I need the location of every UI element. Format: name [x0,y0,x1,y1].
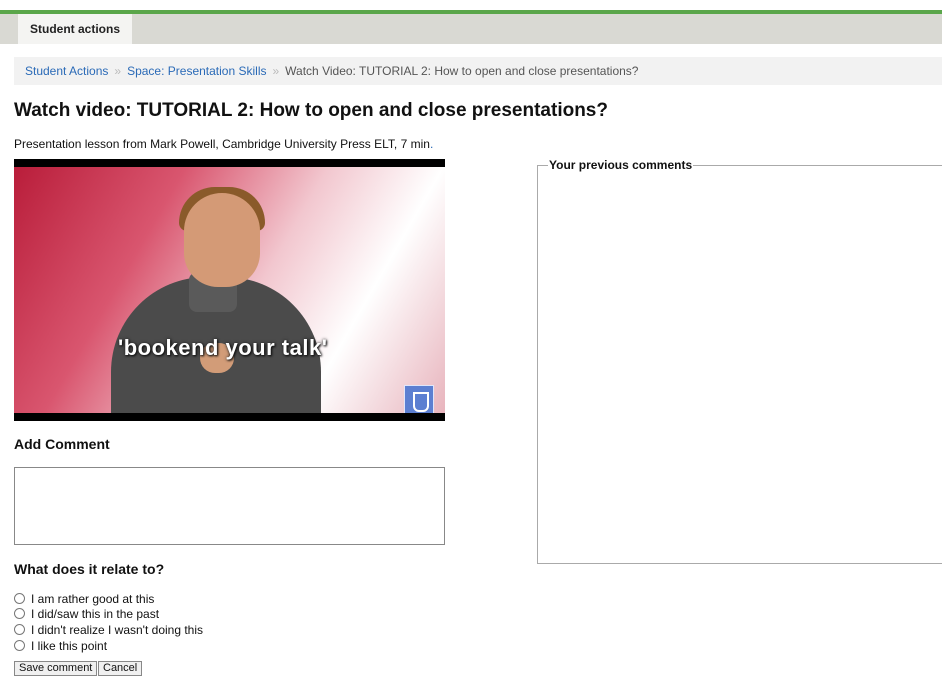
relate-heading: What does it relate to? [14,561,165,577]
radio-icon[interactable] [14,608,25,619]
radio-icon[interactable] [14,593,25,604]
breadcrumb-student-actions[interactable]: Student Actions [25,64,108,78]
top-navbar: Student actions [0,10,942,44]
breadcrumb-separator: » [114,64,122,78]
radio-option-label: I am rather good at this [31,592,155,606]
previous-comments-legend: Your previous comments [549,158,693,172]
tab-student-actions[interactable]: Student actions [18,14,133,44]
radio-option-label: I like this point [31,639,108,653]
crest-logo-icon [404,385,434,413]
video-player[interactable]: 'bookend your talk' [14,159,445,421]
lesson-info-end: . [429,137,434,151]
radio-option-label: I did/saw this in the past [31,607,160,621]
cancel-button[interactable]: Cancel [98,661,143,676]
presenter-head [184,193,260,287]
video-frame[interactable]: 'bookend your talk' [14,167,445,413]
radio-option[interactable]: I am rather good at this [14,592,154,607]
lesson-info-text: Presentation lesson from Mark Powell, Ca… [14,137,430,151]
add-comment-heading: Add Comment [14,436,110,452]
breadcrumb: Student Actions » Space: Presentation Skil… [14,57,942,85]
radio-option[interactable]: I did/saw this in the past [14,607,159,622]
radio-icon[interactable] [14,624,25,635]
breadcrumb-current: Watch Video: TUTORIAL 2: How to open and… [285,64,639,78]
radio-option[interactable]: I like this point [14,639,107,654]
video-caption: 'bookend your talk' [118,335,328,360]
page-title: Watch video: TUTORIAL 2: How to open and… [14,100,608,121]
radio-icon[interactable] [14,640,25,651]
comment-textarea[interactable] [14,467,445,545]
radio-option-label: I didn't realize I wasn't doing this [31,623,204,637]
breadcrumb-space[interactable]: Space: Presentation Skills [127,64,266,78]
lesson-info: Presentation lesson from Mark Powell, Ca… [14,137,433,151]
breadcrumb-separator: » [272,64,280,78]
previous-comments-panel: Your previous comments [537,158,942,564]
radio-option[interactable]: I didn't realize I wasn't doing this [14,623,203,638]
save-comment-button[interactable]: Save comment [14,661,98,676]
